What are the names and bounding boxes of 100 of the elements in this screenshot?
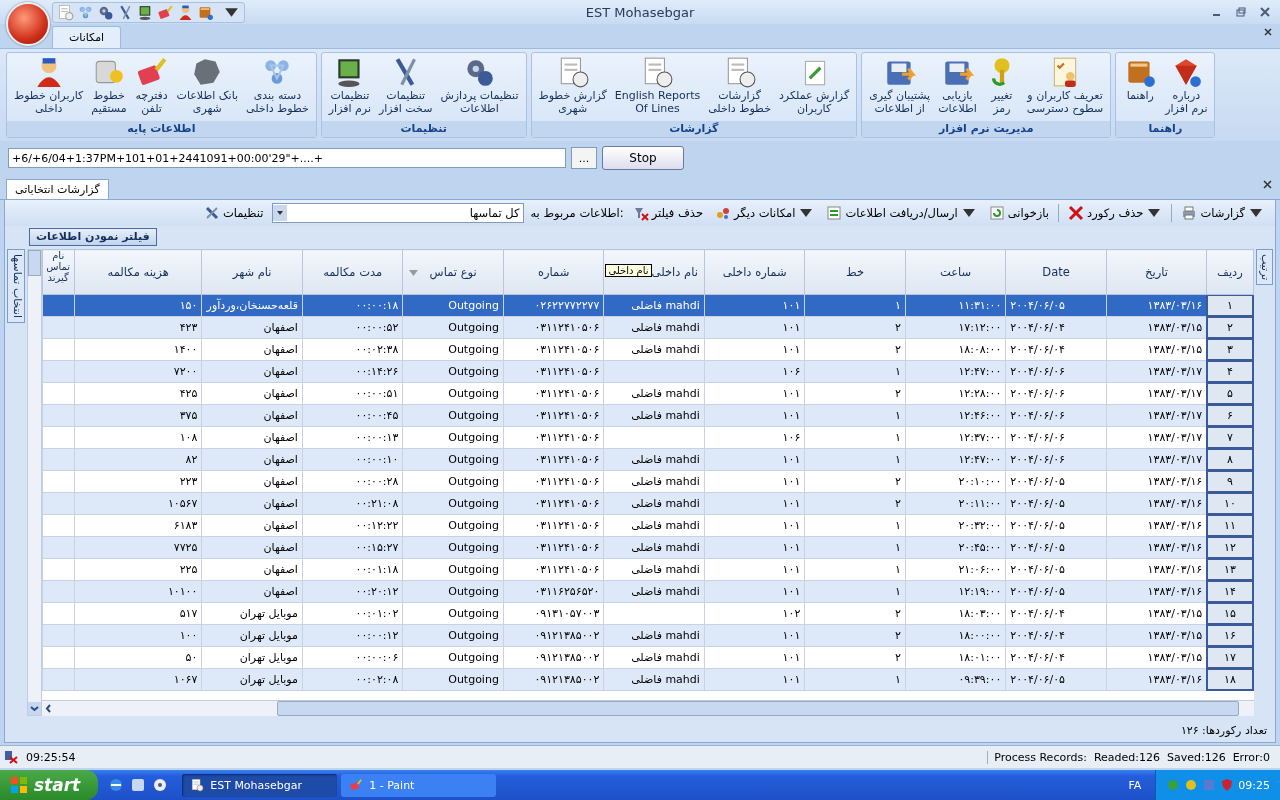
row-number: ۱۲ <box>1223 540 1236 554</box>
clock: 09:25 <box>1238 778 1270 792</box>
settings-button[interactable]: تنظیمات <box>200 203 267 223</box>
ribbon-button[interactable]: تنظیمات نرم افزار <box>325 55 374 119</box>
taskbar-button[interactable]: EST Mohasebgar <box>182 773 338 797</box>
related-label: اطلاعات مربوط به: <box>530 206 624 220</box>
table-cell: ۱۰۱ <box>782 540 801 554</box>
browse-button[interactable]: ... <box>571 147 597 169</box>
scrollbar-thumb[interactable] <box>276 701 1239 716</box>
table-cell: ۴۲۵ <box>179 386 198 400</box>
shapes-icon <box>715 205 731 221</box>
table-cell: ۱۲:۲۸:۰۰ <box>958 386 1002 400</box>
tooltip: نام داخلی <box>605 264 652 277</box>
table-cell: موبایل تهران <box>239 672 298 686</box>
ribbon-button[interactable]: گزارش خطوط شهری <box>535 55 610 119</box>
ribbon-button[interactable]: دسته بندی خطوط داخلی <box>243 55 312 119</box>
table-cell: mahdi فاضلی <box>631 672 700 686</box>
related-dropdown[interactable]: کل تماسها <box>272 203 525 223</box>
close-icon[interactable] <box>1260 7 1270 17</box>
table-cell: ۱۰۱ <box>782 320 801 334</box>
side-tab[interactable]: انتخاب تماسها <box>7 249 25 324</box>
close-icon[interactable] <box>1264 28 1272 36</box>
table-cell: ۱۸:۰۸:۰۰ <box>958 342 1002 356</box>
scroll-down-icon[interactable] <box>27 702 41 715</box>
side-tab[interactable]: ترتیب <box>1255 249 1273 286</box>
process-status: Process Records: Readed:126 Saved:126 Error:0 <box>987 750 1276 764</box>
send-receive-button[interactable]: ارسال/دریافت اطلاعات <box>823 203 980 223</box>
table-cell: ۰۳۱۱۲۴۱۰۵۰۶ <box>534 452 600 466</box>
refresh-icon <box>988 205 1005 221</box>
ribbon-button[interactable]: بانک اطلاعات شهری <box>173 55 242 119</box>
ribbon-button[interactable]: راهنما <box>1120 55 1161 119</box>
ribbon-button[interactable]: پشتیبان گیری از اطلاعات <box>866 55 934 119</box>
filter-button[interactable]: فیلتر نمودن اطلاعات <box>29 227 157 246</box>
row-number: ۱۳ <box>1223 562 1236 576</box>
delete-record-button[interactable]: حذف رکورد <box>1065 203 1166 223</box>
table-cell: ۰۰:۱۵:۲۷ <box>355 540 399 554</box>
restore-icon[interactable] <box>1236 7 1246 17</box>
table-cell: ۰۳۱۱۲۴۱۰۵۰۶ <box>534 430 600 444</box>
close-icon[interactable] <box>1263 180 1272 189</box>
table-cell: ۱۳۸۳/۰۳/۱۵ <box>1147 650 1203 664</box>
table-cell: ۰۳۱۱۲۴۱۰۵۰۶ <box>534 364 600 378</box>
table-cell: ۰۰:۰۰:۵۲ <box>355 320 399 334</box>
tools-icon <box>203 205 220 221</box>
table-cell: ۳۷۵ <box>179 408 198 422</box>
more-options-button[interactable]: امکانات دیگر <box>712 203 818 223</box>
table-cell: ۱۲:۴۷:۰۰ <box>958 452 1002 466</box>
media-icon[interactable] <box>152 777 169 793</box>
browser-icon[interactable] <box>108 777 125 793</box>
ribbon-button[interactable]: خطوط مستقیم <box>88 55 130 119</box>
table-cell: mahdi فاضلی <box>631 518 700 532</box>
table-cell: ۷۷۲۵ <box>173 540 198 554</box>
ribbon-button[interactable]: دفترچه تلفن <box>131 55 172 119</box>
scrollbar-thumb[interactable] <box>27 250 41 276</box>
table-cell: ۱۰۶ <box>782 364 801 378</box>
language-indicator[interactable]: FA <box>1114 778 1156 792</box>
ribbon-button[interactable]: درباره نرم افزار <box>1162 55 1211 119</box>
table-cell: ۲ <box>894 606 901 620</box>
ribbon-button[interactable]: کاربران خطوط داخلی <box>11 55 87 119</box>
table-cell: ۱۳۸۳/۰۳/۱۵ <box>1147 320 1203 334</box>
remove-filter-button[interactable]: حذف فیلتر <box>629 203 706 223</box>
ribbon-button[interactable]: گزارش عملکرد کاربران <box>775 55 853 119</box>
ribbon-button[interactable]: تعریف کاربران و سطوح دسترسی <box>1023 55 1107 119</box>
table-cell: ۱ <box>894 408 901 422</box>
table-cell: Outgoing <box>448 408 499 422</box>
table-cell: ۴۲۳ <box>179 320 198 334</box>
table-cell: ۱۳۸۳/۰۳/۱۷ <box>1147 430 1203 444</box>
table-cell: ۰۹۱۳۱۰۵۷۰۰۳ <box>534 606 600 620</box>
document-tab[interactable]: گزارشات انتخاباتی <box>6 179 109 199</box>
ribbon-button[interactable]: گزارشات خطوط داخلی <box>705 55 774 119</box>
taskbar-button[interactable]: 1 - Paint <box>341 773 497 797</box>
app-menu-button[interactable] <box>6 2 50 46</box>
table-cell: mahdi فاضلی <box>631 408 700 422</box>
caret-icon <box>276 209 285 217</box>
command-field[interactable]: +6/+6/04+1:37PM+101+01+2441091+00:00'29"+....+ <box>8 148 566 168</box>
ribbon-button[interactable]: تغییر رمز <box>981 55 1022 119</box>
ribbon-tab[interactable]: امکانات <box>52 26 122 48</box>
table-cell: ۰۹:۳۹:۰۰ <box>958 672 1002 686</box>
table-cell: ۰۰:۰۱:۱۸ <box>355 562 399 576</box>
table-cell: ۱۰۶ <box>782 430 801 444</box>
table-cell: ۱ <box>894 452 901 466</box>
ribbon-button[interactable]: بازیابی اطلاعات <box>935 55 980 119</box>
table-cell: ۰۰:۱۴:۲۶ <box>355 364 399 378</box>
table-cell: ۲۰۰۴/۰۶/۰۶ <box>1010 408 1065 422</box>
reload-button[interactable]: بازخوانی <box>985 203 1053 223</box>
ribbon-button[interactable]: تنظیمات سخت افزار <box>376 55 436 119</box>
table-cell: ۱۳۸۳/۰۳/۱۵ <box>1147 342 1203 356</box>
app-icon[interactable] <box>130 777 147 793</box>
ribbon-button[interactable]: تنظیمات پردازش اطلاعات <box>437 55 522 119</box>
table-cell: اصفهان <box>263 518 298 532</box>
row-number: ۱۸ <box>1223 672 1236 686</box>
reports-button[interactable]: گزارشات <box>1178 203 1267 223</box>
ribbon-button[interactable]: English Reports Of Lines <box>611 55 704 119</box>
table-cell: ۲۰۰۴/۰۶/۰۶ <box>1010 430 1065 444</box>
table-cell: ۱۳۸۳/۰۳/۱۶ <box>1147 672 1203 686</box>
table-cell: ۱۰۸ <box>179 430 198 444</box>
table-cell: ۲۰۰۴/۰۶/۰۴ <box>1010 320 1065 334</box>
stop-button[interactable]: Stop <box>602 146 684 170</box>
table-cell: ۱۳۸۳/۰۳/۱۶ <box>1147 540 1203 554</box>
table-cell: ۱۰۱ <box>782 474 801 488</box>
start-button[interactable]: start <box>0 770 99 800</box>
